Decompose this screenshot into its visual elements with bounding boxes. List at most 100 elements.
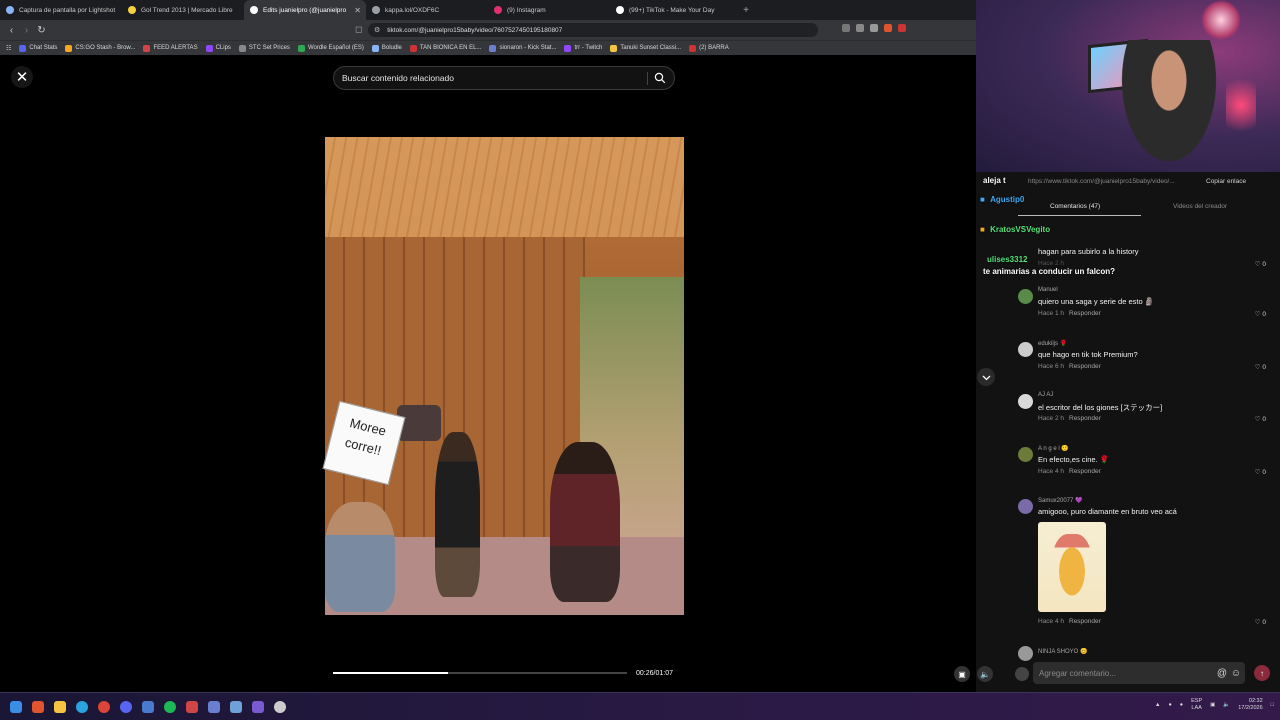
apps-icon[interactable]: ☷ [6, 45, 11, 52]
comment-like[interactable]: ♡ 0 [1255, 363, 1266, 371]
comment-like[interactable]: ♡ 0 [1255, 618, 1266, 626]
browser-tab[interactable]: kappa.lol/OXDF6C [366, 0, 488, 20]
bookmark-item[interactable]: Wordle Español (ES) [297, 44, 364, 52]
related-search-input[interactable]: Buscar contenido relacionado [333, 66, 675, 90]
browser-tab[interactable]: Gol Trend 2013 | Mercado Libre [122, 0, 244, 20]
reply-button[interactable]: Responder [1069, 310, 1101, 317]
bookmark-item[interactable]: TAN BIONICA EN EL... [409, 44, 481, 52]
bookmark-item[interactable]: trr - Twitch [564, 44, 602, 52]
bookmark-favicon-icon [205, 44, 213, 52]
extension-icon[interactable] [842, 24, 850, 32]
bookmark-star-icon[interactable]: ◻ [355, 24, 362, 35]
browser-tab[interactable]: (9) Instagram [488, 0, 610, 20]
bookmark-item[interactable]: STC Set Prices [238, 44, 290, 52]
site-info-icon[interactable]: ⚙ [374, 26, 380, 34]
avatar[interactable] [1018, 289, 1033, 304]
tab-favicon-icon [128, 6, 136, 14]
avatar[interactable] [1018, 499, 1033, 514]
emoji-icon[interactable]: ☺ [1231, 668, 1241, 679]
url-bar[interactable]: ⚙ tiktok.com/@juanielpro15baby/video/760… [368, 23, 818, 37]
bookmark-item[interactable]: sionaron - Kick Stat... [489, 44, 556, 52]
windows-start-icon[interactable] [10, 701, 22, 713]
notification-icon[interactable]: □ [1271, 702, 1274, 708]
scroll-down-button[interactable] [977, 368, 995, 386]
progress-fill [333, 672, 448, 674]
send-comment-button[interactable]: ↑ [1254, 665, 1270, 681]
avatar[interactable] [1018, 394, 1033, 409]
tray-app-icon[interactable]: ● [1180, 702, 1183, 708]
comment-username[interactable]: NINJA SHOYO 😊 [1038, 648, 1087, 655]
spotify-icon[interactable] [164, 701, 176, 713]
comment-image-sticker[interactable] [1038, 522, 1106, 612]
network-icon[interactable]: ▣ [1210, 702, 1215, 708]
discord-icon[interactable] [120, 701, 132, 713]
bookmark-item[interactable]: CS:GO Stash - Brow... [65, 44, 135, 52]
back-icon[interactable]: ‹ [4, 25, 19, 36]
chevron-up-icon[interactable]: ▲ [1155, 702, 1160, 708]
comment-username[interactable]: Manuel [1038, 287, 1058, 293]
comment-like[interactable]: ♡ 0 [1255, 260, 1266, 268]
reply-button[interactable]: Responder [1069, 618, 1101, 625]
video-progress-bar[interactable] [333, 672, 627, 674]
search-icon[interactable] [654, 72, 666, 84]
app-icon[interactable] [252, 701, 264, 713]
browser-tab[interactable]: Captura de pantalla por Lightshot [0, 0, 122, 20]
bookmark-item[interactable]: Chat Stats [19, 44, 57, 52]
clock[interactable]: 02:32 17/2/2026 [1238, 698, 1262, 711]
volume-tray-icon[interactable]: 🔈 [1223, 702, 1230, 708]
browser-tab[interactable]: (99+) TikTok - Make Your Day [610, 0, 732, 20]
video-frame[interactable] [325, 137, 684, 615]
brave-rewards-icon[interactable] [898, 24, 906, 32]
language-indicator[interactable]: ESP LAA [1191, 698, 1202, 711]
tab-strip: Captura de pantalla por Lightshot Gol Tre… [0, 0, 976, 20]
extension-icon[interactable] [870, 24, 878, 32]
comment-input[interactable]: Agregar comentario... @ ☺ [1033, 662, 1245, 684]
folder-icon[interactable] [54, 701, 66, 713]
volume-button[interactable]: 🔈 [977, 666, 993, 682]
comment-like[interactable]: ♡ 0 [1255, 468, 1266, 476]
copy-link-button[interactable]: Copiar enlace [1206, 178, 1246, 185]
reply-button[interactable]: Responder [1069, 363, 1101, 370]
comment-username[interactable]: AJ AJ [1038, 392, 1053, 398]
chrome-icon[interactable] [98, 701, 110, 713]
app-icon[interactable] [274, 701, 286, 713]
picture-in-picture-button[interactable]: ▣ [954, 666, 970, 682]
avatar[interactable] [1018, 646, 1033, 661]
app-icon[interactable] [142, 701, 154, 713]
reply-button[interactable]: Responder [1069, 415, 1101, 422]
comment-like[interactable]: ♡ 0 [1255, 415, 1266, 423]
bookmark-item[interactable]: CLips [205, 44, 231, 52]
comment-text: En efecto,es cine. 🌹 [1038, 455, 1110, 464]
bookmark-favicon-icon [610, 44, 618, 52]
mention-icon[interactable]: @ [1217, 668, 1227, 679]
bookmark-item[interactable]: FEED ALERTAS [143, 44, 198, 52]
tab-comments[interactable]: Comentarios (47) [1050, 203, 1100, 210]
telegram-icon[interactable] [76, 701, 88, 713]
tab-creator-videos[interactable]: Videos del creador [1173, 203, 1227, 210]
bookmark-item[interactable]: (2) BARRA [689, 44, 729, 52]
comment-username[interactable]: Samux20077 💜 [1038, 497, 1083, 504]
bookmark-item[interactable]: Boludle [371, 44, 402, 52]
comment-username[interactable]: edukiljs 🌹 [1038, 340, 1067, 347]
forward-icon[interactable]: › [19, 25, 34, 36]
browser-tab[interactable]: Edits juanielpro (@juanielpro ✕ [244, 0, 366, 20]
avatar[interactable] [1018, 342, 1033, 357]
app-icon[interactable] [208, 701, 220, 713]
comment-username[interactable]: A n g e l 🙂 [1038, 445, 1069, 452]
brave-shield-icon[interactable] [884, 24, 892, 32]
comment-like[interactable]: ♡ 0 [1255, 310, 1266, 318]
avatar[interactable] [1018, 447, 1033, 462]
close-tab-icon[interactable]: ✕ [354, 6, 361, 15]
new-tab-button[interactable]: + [736, 5, 756, 16]
app-icon[interactable] [230, 701, 242, 713]
reload-icon[interactable]: ↻ [34, 25, 49, 36]
bookmark-item[interactable]: Tanuki Sunset Classi... [610, 44, 681, 52]
close-button[interactable]: ✕ [11, 66, 33, 88]
extension-icon[interactable] [856, 24, 864, 32]
windows-taskbar: ▲ ● ● ESP LAA ▣ 🔈 02:32 17/2/2026 □ [0, 692, 1280, 720]
reply-button[interactable]: Responder [1069, 468, 1101, 475]
tray-app-icon[interactable]: ● [1168, 702, 1171, 708]
brave-icon[interactable] [32, 701, 44, 713]
bookmark-favicon-icon [689, 44, 697, 52]
app-icon[interactable] [186, 701, 198, 713]
